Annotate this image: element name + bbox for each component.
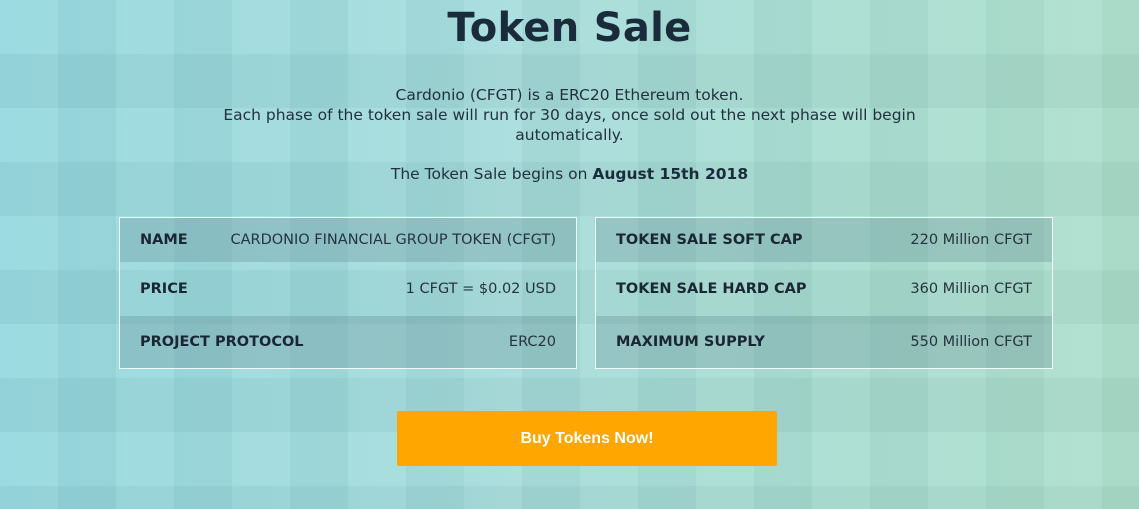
page-title: Token Sale xyxy=(447,5,692,51)
row-value: 1 CFGT = $0.02 USD xyxy=(405,281,556,297)
sale-start-prefix: The Token Sale begins on xyxy=(390,165,593,183)
row-value: CARDONIO FINANCIAL GROUP TOKEN (CFGT) xyxy=(230,232,556,248)
row-value: 360 Million CFGT xyxy=(910,281,1032,297)
sale-start-text: The Token Sale begins on August 15th 201… xyxy=(0,165,1139,183)
row-key: TOKEN SALE HARD CAP xyxy=(616,281,807,297)
intro-line-2: Each phase of the token sale will run fo… xyxy=(223,106,916,144)
buy-tokens-button[interactable]: Buy Tokens Now! xyxy=(397,411,777,466)
table-row-name: NAME CARDONIO FINANCIAL GROUP TOKEN (CFG… xyxy=(120,218,576,262)
table-row-hard-cap: TOKEN SALE HARD CAP 360 Million CFGT xyxy=(596,262,1052,316)
token-details-table: NAME CARDONIO FINANCIAL GROUP TOKEN (CFG… xyxy=(119,217,577,369)
row-value: ERC20 xyxy=(508,334,556,350)
row-key: NAME xyxy=(140,232,188,248)
table-row-price: PRICE 1 CFGT = $0.02 USD xyxy=(120,262,576,316)
row-key: TOKEN SALE SOFT CAP xyxy=(616,232,803,248)
row-key: PROJECT PROTOCOL xyxy=(140,334,304,350)
sale-start-date: August 15th 2018 xyxy=(592,165,749,183)
intro-text: Cardonio (CFGT) is a ERC20 Ethereum toke… xyxy=(0,85,1139,145)
row-key: MAXIMUM SUPPLY xyxy=(616,334,765,350)
table-row-soft-cap: TOKEN SALE SOFT CAP 220 Million CFGT xyxy=(596,218,1052,262)
table-row-max-supply: MAXIMUM SUPPLY 550 Million CFGT xyxy=(596,316,1052,368)
row-key: PRICE xyxy=(140,281,188,297)
row-value: 220 Million CFGT xyxy=(910,232,1032,248)
row-value: 550 Million CFGT xyxy=(910,334,1032,350)
intro-line-1: Cardonio (CFGT) is a ERC20 Ethereum toke… xyxy=(395,86,744,104)
token-supply-table: TOKEN SALE SOFT CAP 220 Million CFGT TOK… xyxy=(595,217,1053,369)
token-sale-section: Token Sale Cardonio (CFGT) is a ERC20 Et… xyxy=(0,0,1139,509)
table-row-protocol: PROJECT PROTOCOL ERC20 xyxy=(120,316,576,368)
